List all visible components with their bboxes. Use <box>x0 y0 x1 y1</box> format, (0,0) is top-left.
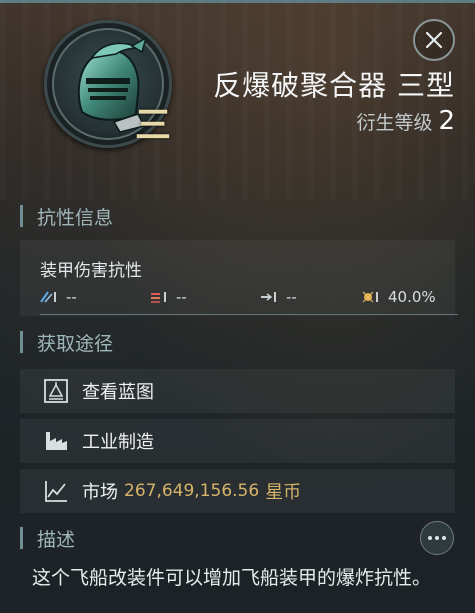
view-blueprint-label: 查看蓝图 <box>82 382 154 403</box>
section-description-label: 描述 <box>37 528 76 551</box>
market-chart-icon <box>42 477 70 505</box>
section-resistance: 抗性信息 <box>20 202 113 230</box>
market-label: 市场 <box>82 482 118 503</box>
resistance-explosive-value: 40.0% <box>388 288 436 306</box>
section-resistance-label: 抗性信息 <box>37 206 114 229</box>
tier-badge: 三 <box>134 105 171 146</box>
resistance-kinetic: -- <box>260 288 297 306</box>
more-options-icon <box>442 536 446 540</box>
close-icon <box>425 31 443 49</box>
thermal-damage-icon <box>151 292 166 303</box>
kinetic-damage-icon <box>261 292 276 302</box>
resistance-kinetic-value: -- <box>286 288 297 306</box>
meta-level-label: 衍生等级 <box>356 112 433 134</box>
section-description: 描述 <box>20 524 75 552</box>
resistance-em: -- <box>40 288 77 306</box>
section-acquisition-label: 获取途径 <box>37 332 114 355</box>
market-price: 267,649,156.56 <box>124 481 260 501</box>
market-currency: 星币 <box>265 482 302 503</box>
meta-level-value: 2 <box>438 106 455 136</box>
meta-level: 衍生等级 2 <box>356 106 455 136</box>
resistance-thermal: -- <box>150 288 187 306</box>
more-options-button[interactable] <box>420 521 454 555</box>
em-damage-icon <box>40 291 56 303</box>
top-border <box>0 0 475 3</box>
more-options-icon <box>435 536 439 540</box>
resistance-em-value: -- <box>66 288 77 306</box>
blueprint-icon <box>42 377 70 405</box>
resistance-thermal-value: -- <box>176 288 187 306</box>
factory-icon <box>42 427 70 455</box>
section-marker <box>20 331 23 353</box>
armor-resistance-title: 装甲伤害抗性 <box>40 261 142 281</box>
resistance-explosive: 40.0% <box>362 288 436 306</box>
industry-label: 工业制造 <box>82 432 154 453</box>
more-options-icon <box>428 536 432 540</box>
explosive-damage-icon <box>362 291 378 303</box>
item-name: 反爆破聚合器 三型 <box>213 69 455 102</box>
section-acquisition: 获取途径 <box>20 328 113 356</box>
market-button[interactable]: 市场 267,649,156.56 星币 <box>20 469 455 513</box>
industry-button[interactable]: 工业制造 <box>20 419 455 463</box>
view-blueprint-button[interactable]: 查看蓝图 <box>20 369 455 413</box>
resistance-panel: 装甲伤害抗性 -- -- -- 40.0% <box>20 240 458 316</box>
resistance-divider <box>40 314 458 315</box>
close-button[interactable] <box>413 19 455 61</box>
resistance-row: -- -- -- 40.0% <box>40 288 460 310</box>
description-text: 这个飞船改装件可以增加飞船装甲的爆炸抗性。 <box>32 567 432 589</box>
section-marker <box>20 205 23 227</box>
section-marker <box>20 527 23 549</box>
